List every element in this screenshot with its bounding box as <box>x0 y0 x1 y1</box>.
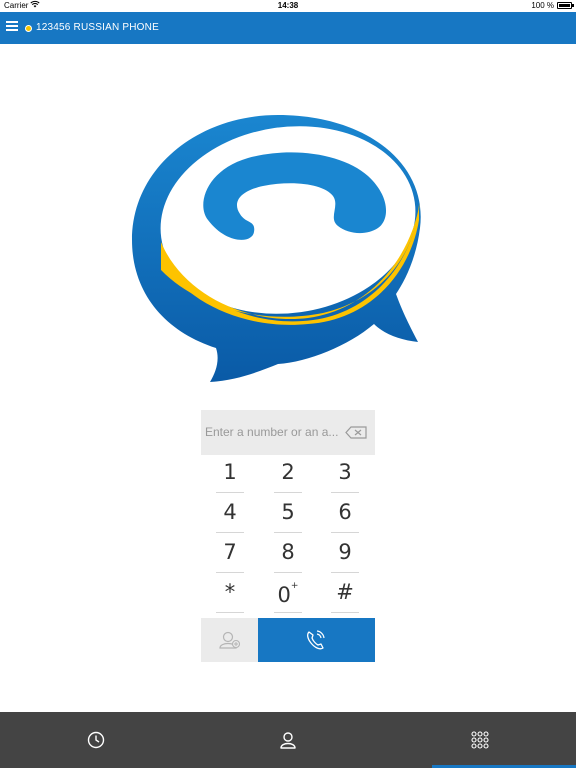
battery-percent: 100 % <box>531 1 554 10</box>
key-6[interactable]: 6 <box>331 495 359 533</box>
call-button[interactable] <box>258 618 375 662</box>
key-4[interactable]: 4 <box>216 495 244 533</box>
battery-tip <box>572 4 574 7</box>
status-bar: Carrier 14:38 100 % <box>0 0 576 12</box>
add-contact-button[interactable] <box>201 618 258 662</box>
backspace-icon[interactable] <box>345 426 367 439</box>
key-star[interactable]: * <box>216 575 244 613</box>
key-8[interactable]: 8 <box>274 535 302 573</box>
key-1[interactable]: 1 <box>216 455 244 493</box>
phone-call-icon <box>307 630 325 650</box>
account-status-dot <box>25 25 32 32</box>
tab-keypad[interactable] <box>384 712 576 768</box>
phone-bubble-logo <box>128 110 424 386</box>
number-input-row <box>201 410 375 455</box>
add-contact-icon <box>219 631 241 649</box>
tab-contacts[interactable] <box>192 712 384 768</box>
key-5[interactable]: 5 <box>274 495 302 533</box>
key-9[interactable]: 9 <box>331 535 359 573</box>
contacts-person-icon <box>280 732 296 749</box>
tab-history[interactable] <box>0 712 192 768</box>
clock-time: 14:38 <box>277 1 299 10</box>
key-7[interactable]: 7 <box>216 535 244 573</box>
hamburger-menu-icon[interactable] <box>6 21 18 33</box>
key-3[interactable]: 3 <box>331 455 359 493</box>
account-title[interactable]: 123456 RUSSIAN PHONE <box>36 22 159 33</box>
number-input[interactable] <box>205 422 341 442</box>
keypad-grid-icon <box>471 731 489 749</box>
history-clock-icon <box>87 731 105 749</box>
key-0[interactable]: 0+ <box>274 575 302 613</box>
bottom-tab-bar <box>0 712 576 768</box>
battery-icon <box>557 2 572 9</box>
key-2[interactable]: 2 <box>274 455 302 493</box>
app-header: 123456 RUSSIAN PHONE <box>0 12 576 44</box>
key-hash[interactable]: # <box>331 575 359 613</box>
